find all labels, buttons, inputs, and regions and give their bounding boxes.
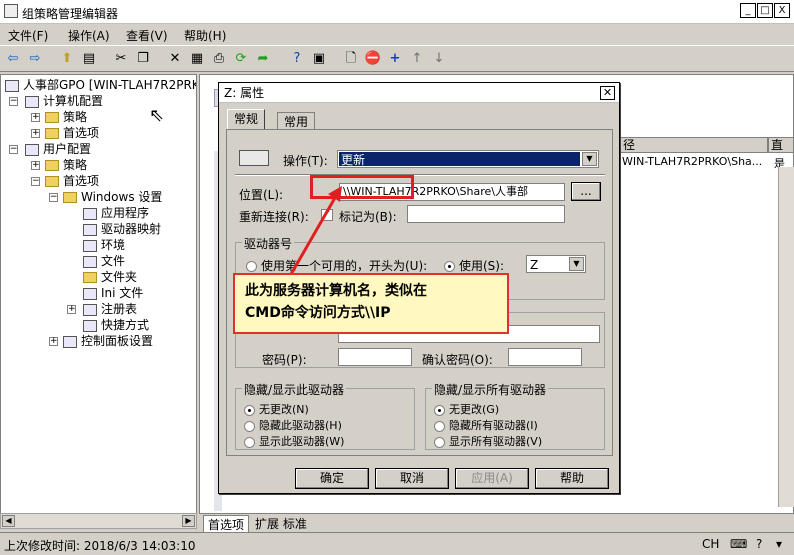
callout-line-2: CMD命令访问方式\\IP <box>245 305 391 321</box>
annotation-callout: 此为服务器计算机名，类似在 CMD命令访问方式\\IP <box>233 273 509 334</box>
callout-line-1: 此为服务器计算机名，类似在 <box>245 283 427 299</box>
tab-general[interactable]: 常规 <box>227 109 266 129</box>
app-window: 组策略管理编辑器 _ □ X 文件(F) 操作(A) 查看(V) 帮助(H) ⇦… <box>0 0 794 555</box>
